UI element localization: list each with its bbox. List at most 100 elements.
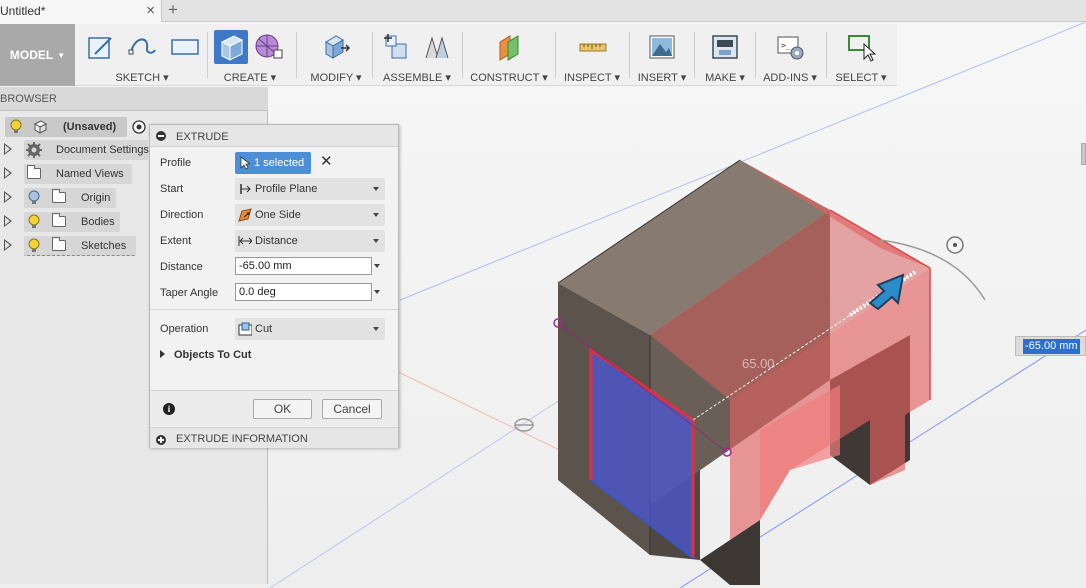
extrude-dialog-header[interactable]: EXTRUDE	[150, 125, 398, 147]
browser-item-origin[interactable]: Origin	[0, 187, 150, 209]
chevron-down-icon: ▼	[57, 50, 66, 60]
insert-menu[interactable]: INSERT ▾	[632, 71, 692, 84]
direction-row: Direction One Side	[150, 202, 398, 228]
create-sketch-icon[interactable]	[83, 30, 117, 64]
inspect-group: INSPECT ▾	[558, 24, 626, 86]
document-tab[interactable]: Untitled* ×	[0, 0, 162, 22]
assemble-menu[interactable]: ASSEMBLE ▾	[375, 71, 459, 84]
browser-item-named-views[interactable]: Named Views	[0, 163, 150, 185]
construct-menu[interactable]: CONSTRUCT ▾	[466, 71, 552, 84]
folder-icon	[27, 165, 41, 179]
objects-to-cut-toggle[interactable]: Objects To Cut	[160, 349, 251, 361]
browser-item-bodies[interactable]: Bodies	[0, 211, 150, 233]
select-icon[interactable]	[844, 30, 878, 64]
operation-label: Operation	[160, 323, 209, 335]
extrude-information-header[interactable]: EXTRUDE INFORMATION	[150, 427, 398, 448]
browser-item-label: Document Settings	[56, 144, 149, 156]
svg-text:>_: >_	[781, 41, 791, 50]
folder-icon	[52, 213, 66, 227]
lightbulb-icon[interactable]	[27, 238, 41, 254]
new-component-icon[interactable]	[380, 30, 414, 64]
expand-icon[interactable]	[4, 143, 12, 155]
ok-button[interactable]: OK	[253, 399, 312, 419]
extrude-dialog-title: EXTRUDE	[176, 131, 229, 143]
addins-group: >_ ADD-INS ▾	[758, 24, 822, 86]
extent-value: Distance	[255, 235, 298, 247]
profile-selection-button[interactable]: 1 selected	[235, 152, 311, 174]
start-dropdown[interactable]: Profile Plane	[235, 178, 385, 200]
direction-dropdown[interactable]: One Side	[235, 204, 385, 226]
browser-item-sketches[interactable]: Sketches	[0, 235, 150, 257]
distance-icon	[238, 236, 252, 246]
cancel-button[interactable]: Cancel	[322, 399, 382, 419]
lightbulb-off-icon[interactable]	[27, 190, 41, 206]
addins-menu[interactable]: ADD-INS ▾	[758, 71, 822, 84]
sketch-arc-icon[interactable]	[125, 30, 159, 64]
modify-group: MODIFY ▾	[300, 24, 372, 86]
extrude-dialog: EXTRUDE Profile 1 selected ✕ Start Profi…	[149, 124, 399, 448]
browser-item-label: Bodies	[81, 216, 115, 228]
select-menu[interactable]: SELECT ▾	[829, 71, 893, 84]
extent-dropdown[interactable]: Distance	[235, 230, 385, 252]
browser-header[interactable]: BROWSER	[0, 87, 268, 111]
assemble-group: ASSEMBLE ▾	[375, 24, 459, 86]
chevron-down-icon	[373, 239, 379, 243]
expand-icon[interactable]	[160, 350, 165, 358]
collapse-icon[interactable]	[156, 131, 166, 141]
expand-icon[interactable]	[4, 239, 12, 251]
lightbulb-icon[interactable]	[9, 119, 23, 135]
sketch-menu[interactable]: SKETCH ▾	[80, 71, 204, 84]
distance-dropdown-icon[interactable]	[374, 264, 380, 268]
browser-item-document-settings[interactable]: Document Settings	[0, 139, 150, 161]
chevron-down-icon	[373, 327, 379, 331]
dimension-input-value[interactable]: -65.00 mm	[1023, 339, 1080, 354]
joint-icon[interactable]	[420, 30, 454, 64]
new-tab-icon[interactable]: +	[168, 0, 178, 20]
browser-item-label: Sketches	[81, 240, 127, 252]
profile-plane-icon	[240, 184, 251, 194]
create-form-icon[interactable]	[252, 30, 286, 64]
scripts-addins-icon[interactable]: >_	[773, 30, 807, 64]
profile-row: Profile 1 selected ✕	[150, 150, 398, 176]
start-label: Start	[160, 183, 184, 195]
browser-title: BROWSER	[0, 93, 57, 105]
make-menu[interactable]: MAKE ▾	[697, 71, 753, 84]
3d-print-icon[interactable]	[708, 30, 742, 64]
distance-input[interactable]	[235, 257, 372, 275]
dimension-input[interactable]: -65.00 mm	[1015, 336, 1086, 356]
close-tab-icon[interactable]: ×	[146, 2, 155, 19]
side-panel-tab[interactable]	[1081, 143, 1086, 165]
expand-icon[interactable]	[4, 191, 12, 203]
offset-plane-icon[interactable]	[492, 30, 526, 64]
inspect-menu[interactable]: INSPECT ▾	[558, 71, 626, 84]
expand-icon[interactable]	[4, 215, 12, 227]
direction-value: One Side	[255, 209, 301, 221]
profile-label: Profile	[160, 157, 192, 169]
operation-value: Cut	[255, 323, 273, 335]
extrude-information-label: EXTRUDE INFORMATION	[176, 433, 308, 445]
operation-dropdown[interactable]: Cut	[235, 318, 385, 340]
clear-selection-icon[interactable]: ✕	[320, 152, 333, 170]
extrude-icon[interactable]	[214, 30, 248, 64]
dialog-footer: i OK Cancel	[150, 390, 398, 426]
create-menu[interactable]: CREATE ▾	[210, 71, 290, 84]
browser-root-row[interactable]: (Unsaved)	[0, 116, 150, 138]
measure-icon[interactable]	[575, 30, 609, 64]
lightbulb-icon[interactable]	[27, 214, 41, 230]
modify-menu[interactable]: MODIFY ▾	[300, 71, 372, 84]
tab-bar: Untitled* × +	[0, 0, 1086, 22]
expand-icon[interactable]	[156, 435, 166, 445]
radio-active-icon[interactable]	[131, 119, 147, 135]
extent-row: Extent Distance	[150, 228, 398, 254]
info-icon[interactable]: i	[163, 403, 175, 415]
sketch-rectangle-icon[interactable]	[167, 30, 201, 64]
expand-icon[interactable]	[4, 167, 12, 179]
taper-angle-input[interactable]	[235, 283, 372, 301]
insert-image-icon[interactable]	[645, 30, 679, 64]
taper-angle-dropdown-icon[interactable]	[374, 290, 380, 294]
sketch-group: SKETCH ▾	[80, 24, 204, 86]
press-pull-icon[interactable]	[319, 30, 353, 64]
chevron-down-icon	[373, 213, 379, 217]
start-row: Start Profile Plane	[150, 176, 398, 202]
workspace-switcher[interactable]: MODEL ▼	[0, 24, 75, 86]
